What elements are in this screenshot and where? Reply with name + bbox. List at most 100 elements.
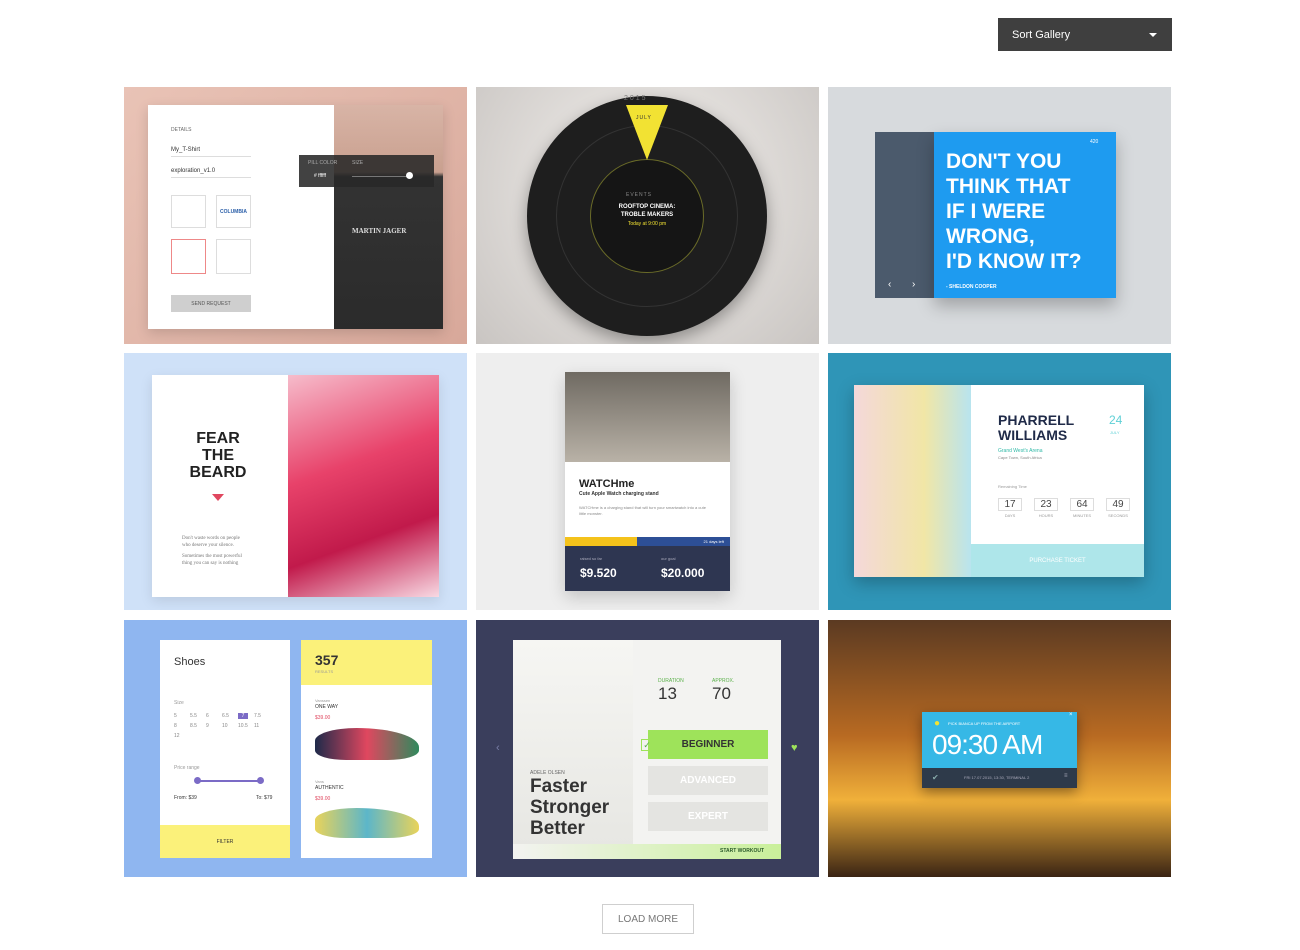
size-grid: 5 5.5 6 6.5 7 7.5 8 8.5 9 10 10.5 11 12	[174, 713, 278, 739]
watch-description: WATCHme is a charging stand that will tu…	[579, 505, 706, 516]
level-advanced[interactable]: ADVANCED	[648, 766, 768, 795]
purchase-ticket-button[interactable]: PURCHASE TICKET	[971, 544, 1144, 577]
quote-line: WRONG,	[946, 225, 1035, 248]
shirt-brand-print: MARTIN JAGER	[352, 227, 407, 235]
countdown-label: DAYS	[1004, 513, 1016, 518]
size-option[interactable]: 11	[254, 723, 264, 729]
beard-line: THE	[202, 447, 234, 464]
size-option[interactable]: 9	[206, 723, 216, 729]
countdown: 17 DAYS 23 HOURS 64 MINUTES 49 SECONDS	[998, 498, 1138, 518]
wheel-event-title-2: TROBLE MAKERS	[620, 212, 674, 218]
size-option[interactable]: 5.5	[190, 713, 200, 719]
size-option[interactable]: 8	[174, 723, 184, 729]
quote-likes[interactable]: 420	[1090, 139, 1098, 145]
size-option[interactable]: 12	[174, 733, 184, 739]
quote-text: DON'T YOU THINK THAT IF I WERE WRONG, I'…	[946, 149, 1082, 274]
countdown-label: HOURS	[1038, 513, 1054, 518]
beard-copy-line: thing you can say is nothing	[182, 561, 239, 566]
filter-button[interactable]: FILTER	[160, 825, 290, 858]
alarm-time: 09:30 AM	[932, 729, 1043, 760]
countdown-label: SECONDS	[1108, 513, 1128, 518]
results-count: 357	[315, 652, 339, 668]
gallery-item-alarm[interactable]: ● PICK BIANCA UP FROM THE AIRPORT × 09:3…	[828, 620, 1171, 877]
prev-arrow-icon[interactable]: ‹	[888, 279, 891, 290]
next-arrow-icon[interactable]: ›	[912, 279, 915, 290]
price-min-handle[interactable]	[194, 777, 201, 784]
days-left: 21 days left	[637, 537, 730, 546]
beard-line: FEAR	[196, 430, 240, 447]
logo-option-1[interactable]	[171, 195, 206, 228]
shoe2-name: AUTHENTIC	[315, 785, 344, 791]
model-photo	[334, 105, 443, 329]
concert-day: 24	[1109, 413, 1123, 427]
quote-line: I'D KNOW IT?	[946, 250, 1082, 273]
logo-option-4[interactable]	[216, 239, 251, 274]
gallery-item-events-wheel[interactable]: 2015 JULY EVENTS ROOFTOP CINEMA: TROBLE …	[476, 87, 819, 344]
wheel-year: 2015	[624, 95, 648, 102]
heart-icon[interactable]: ♥	[791, 742, 798, 754]
send-request-button[interactable]: SEND REQUEST	[171, 295, 251, 312]
quote-line: THINK THAT	[946, 175, 1071, 198]
size-option-selected[interactable]: 7	[238, 713, 248, 719]
remaining-label: Remaining Time	[998, 484, 1027, 489]
raised-label: raised so far	[580, 556, 603, 561]
wheel-event-time: Today at 9:00 pm	[627, 221, 667, 227]
countdown-unit: 17 DAYS	[998, 498, 1022, 518]
size-filter-label: Size	[174, 700, 184, 706]
goal-label: our goal	[661, 556, 676, 561]
size-option[interactable]: 10.5	[238, 723, 248, 729]
size-option[interactable]: 6	[206, 713, 216, 719]
size-option[interactable]: 7.5	[254, 713, 264, 719]
beard-copy: Don't waste words on people who deserve …	[182, 535, 242, 567]
shoe1-price: $39.00	[315, 715, 331, 721]
size-slider-handle[interactable]	[406, 172, 413, 179]
menu-icon[interactable]: ≡	[1064, 773, 1068, 779]
logo-option-selected[interactable]	[171, 239, 206, 274]
triangle-down-icon[interactable]	[212, 494, 224, 501]
price-from: From: $39	[174, 795, 197, 801]
load-more-button[interactable]: LOAD MORE	[602, 904, 694, 934]
beard-copy-line: who deserve your silence.	[182, 543, 234, 548]
shirt-file-field[interactable]: exploration_v1.0	[171, 168, 251, 178]
level-beginner[interactable]: BEGINNER	[648, 730, 768, 759]
concert-city: Cape Town, South Africa	[998, 455, 1042, 460]
logo-option-columbia[interactable]: COLUMBIA	[216, 195, 251, 228]
size-label: SIZE	[352, 160, 364, 166]
gallery-item-shoes[interactable]: Shoes Size 5 5.5 6 6.5 7 7.5 8 8.5 9 10 …	[124, 620, 467, 877]
beard-photo	[288, 375, 439, 597]
size-option[interactable]: 8.5	[190, 723, 200, 729]
price-range-slider[interactable]	[196, 780, 262, 782]
level-expert[interactable]: EXPERT	[648, 802, 768, 831]
chevron-down-icon	[1149, 33, 1157, 37]
alarm-note-icon: ●	[934, 718, 941, 729]
artist-name: PHARRELL WILLIAMS	[998, 413, 1074, 443]
quote-line: IF I WERE	[946, 200, 1046, 223]
start-workout-button[interactable]: START WORKOUT	[720, 848, 764, 854]
beard-copy-line: Don't waste words on people	[182, 536, 240, 541]
workout-headline: Faster Stronger Better	[530, 776, 609, 839]
check-icon[interactable]: ✔	[932, 773, 939, 782]
shirt-name-field[interactable]: My_T-Shirt	[171, 147, 251, 157]
quote-author: - SHELDON COOPER	[946, 284, 997, 290]
size-option[interactable]: 10	[222, 723, 232, 729]
alarm-detail: FRI 17.07.2015, 13:30, TERMINAL 2	[964, 775, 1030, 780]
shoe1-brand: Vanssen	[315, 698, 331, 703]
size-slider[interactable]	[352, 176, 410, 177]
close-icon[interactable]: ×	[1069, 712, 1073, 718]
check-icon[interactable]: ✓	[641, 739, 653, 751]
price-max-handle[interactable]	[257, 777, 264, 784]
size-option[interactable]: 5	[174, 713, 184, 719]
gallery-item-watchme[interactable]: WATCHme Cute Apple Watch charging stand …	[476, 353, 819, 610]
gallery-item-workout[interactable]: DURATION 13 APPROX. 70 BEGINNER ADVANCED…	[476, 620, 819, 877]
size-option[interactable]: 6.5	[222, 713, 232, 719]
watch-subtitle: Cute Apple Watch charging stand	[579, 491, 659, 497]
chevron-left-icon[interactable]: ‹	[496, 742, 500, 754]
countdown-unit: 64 MINUTES	[1070, 498, 1094, 518]
shirt-details-label: DETAILS	[171, 127, 192, 133]
gallery-item-tshirt[interactable]: DETAILS My_T-Shirt exploration_v1.0 COLU…	[124, 87, 467, 344]
gallery-item-concert[interactable]: PHARRELL WILLIAMS 24 JULY Grand West's A…	[828, 353, 1171, 610]
countdown-label: MINUTES	[1073, 513, 1091, 518]
gallery-item-beard[interactable]: FEAR THE BEARD Don't waste words on peop…	[124, 353, 467, 610]
sort-gallery-dropdown[interactable]: Sort Gallery	[998, 18, 1172, 51]
gallery-item-quote[interactable]: 420 DON'T YOU THINK THAT IF I WERE WRONG…	[828, 87, 1171, 344]
